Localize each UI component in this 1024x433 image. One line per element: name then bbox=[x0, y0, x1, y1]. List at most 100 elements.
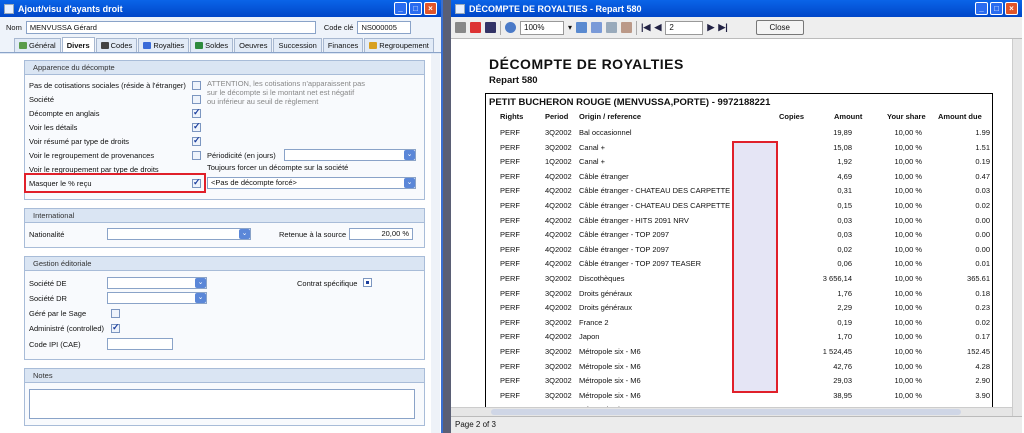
cell-rights: PERF bbox=[500, 332, 521, 342]
close-button[interactable]: Close bbox=[755, 20, 804, 35]
pdf-icon[interactable] bbox=[470, 22, 481, 33]
minimize-button[interactable]: _ bbox=[394, 2, 407, 15]
tab-regroupement[interactable]: Regroupement bbox=[364, 38, 434, 52]
nationalite-dropdown[interactable]: ⌄ bbox=[107, 228, 251, 240]
cell-period: 4Q2002 bbox=[545, 303, 572, 313]
one-page-icon[interactable] bbox=[576, 22, 588, 33]
cotisations-checkbox[interactable] bbox=[192, 81, 201, 90]
societe-de-label: Société DE bbox=[29, 279, 67, 288]
two-page-icon[interactable] bbox=[591, 22, 603, 33]
resume-checkbox[interactable] bbox=[192, 135, 201, 146]
cell-share: 10,00 % bbox=[894, 347, 922, 356]
societe-checkbox[interactable] bbox=[192, 95, 201, 104]
code-input[interactable]: NS000005 bbox=[357, 20, 412, 34]
notes-textarea[interactable] bbox=[29, 389, 415, 419]
contrat-checkbox[interactable] bbox=[363, 278, 372, 287]
cell-share: 10,00 % bbox=[894, 332, 922, 342]
left-scrollbar[interactable] bbox=[431, 54, 440, 433]
administre-checkbox[interactable] bbox=[111, 322, 120, 333]
cell-due: 0.02 bbox=[975, 201, 990, 210]
cell-share: 10,00 % bbox=[894, 303, 922, 313]
societe-dr-dropdown[interactable]: ⌄ bbox=[107, 292, 207, 304]
provenances-checkbox[interactable] bbox=[192, 151, 201, 160]
cell-period: 4Q2002 bbox=[545, 186, 572, 196]
cell-amount: 3 656,14 bbox=[822, 274, 852, 283]
zoom-chevron-icon[interactable]: ▾ bbox=[568, 23, 572, 32]
report-header: PETIT BUCHERON ROUGE (MENVUSSA,PORTE) - … bbox=[489, 97, 771, 108]
tab-royalties[interactable]: Royalties bbox=[138, 38, 190, 52]
first-page-icon[interactable]: |◀ bbox=[641, 22, 650, 33]
ipi-input[interactable] bbox=[107, 338, 173, 350]
page-setup-icon[interactable] bbox=[606, 22, 618, 33]
cell-period: 4Q2002 bbox=[545, 171, 572, 181]
status-bar: Page 2 of 3 bbox=[451, 416, 1022, 433]
table-row: PERF 3Q2002 Bal occasionnel 19,89 10,00 % 1.9… bbox=[486, 128, 992, 140]
cell-rights: PERF bbox=[500, 244, 521, 254]
cell-rights: PERF bbox=[500, 128, 521, 137]
edit-icon[interactable] bbox=[621, 22, 633, 33]
tab-divers[interactable]: Divers bbox=[61, 37, 95, 52]
last-page-icon[interactable]: ▶| bbox=[718, 22, 727, 33]
next-page-icon[interactable]: ▶ bbox=[707, 22, 714, 33]
code-label: Code clé bbox=[323, 22, 354, 32]
tab-soldes[interactable]: Soldes bbox=[190, 38, 234, 52]
contrat-label: Contrat spécifique bbox=[297, 279, 358, 288]
cell-rights: PERF bbox=[500, 230, 521, 240]
cell-rights: PERF bbox=[500, 142, 521, 152]
societe-de-dropdown[interactable]: ⌄ bbox=[107, 277, 207, 289]
forcer-dropdown[interactable]: <Pas de décompte forcé> ⌄ bbox=[207, 177, 416, 189]
tab-codes[interactable]: Codes bbox=[95, 38, 138, 52]
cell-share: 10,00 % bbox=[894, 230, 922, 240]
col-period: Period bbox=[545, 112, 569, 121]
maximize-button[interactable]: □ bbox=[990, 2, 1003, 15]
gestion-header: Gestion éditoriale bbox=[25, 257, 424, 271]
minimize-button[interactable]: _ bbox=[975, 2, 988, 15]
report-hscroll[interactable] bbox=[451, 407, 1012, 416]
ipi-label: Code IPI (CAE) bbox=[29, 340, 81, 349]
col-amount: Amount bbox=[834, 112, 863, 121]
cell-rights: PERF bbox=[500, 347, 521, 356]
desktop-gap bbox=[443, 0, 451, 433]
tab-finances[interactable]: Finances bbox=[322, 38, 364, 52]
periodicite-dropdown[interactable]: ⌄ bbox=[284, 149, 416, 161]
retenue-input[interactable]: 20,00 % bbox=[349, 228, 413, 240]
page-number-input[interactable]: 2 bbox=[665, 20, 704, 35]
details-checkbox[interactable] bbox=[192, 121, 201, 132]
sage-checkbox[interactable] bbox=[111, 309, 120, 318]
cell-amount: 0,02 bbox=[837, 244, 852, 254]
nom-input[interactable]: MENVUSSA Gérard bbox=[25, 20, 316, 34]
maximize-button[interactable]: □ bbox=[409, 2, 422, 15]
hscroll-thumb[interactable] bbox=[491, 409, 961, 415]
find-icon[interactable] bbox=[485, 22, 496, 33]
cell-period: 4Q2002 bbox=[545, 215, 572, 225]
cell-due: 365.61 bbox=[967, 274, 990, 283]
close-window-button[interactable]: × bbox=[1005, 2, 1018, 15]
col-amount-due: Amount due bbox=[938, 112, 982, 121]
prev-page-icon[interactable]: ◀ bbox=[654, 22, 661, 33]
provenances-label: Voir le regroupement de provenances bbox=[29, 151, 155, 160]
cell-share: 10,00 % bbox=[894, 201, 922, 210]
tab-oeuvres[interactable]: Oeuvres bbox=[234, 38, 273, 52]
cell-rights: PERF bbox=[500, 274, 521, 283]
print-icon[interactable] bbox=[455, 22, 466, 33]
zoom-icon[interactable] bbox=[505, 22, 516, 33]
cell-share: 10,00 % bbox=[894, 244, 922, 254]
tab-succession[interactable]: Succession bbox=[273, 38, 322, 52]
notes-section: Notes bbox=[24, 368, 425, 426]
tab-général[interactable]: Général bbox=[14, 38, 61, 52]
societe-dr-label: Société DR bbox=[29, 294, 67, 303]
cell-period: 3Q2002 bbox=[545, 142, 572, 152]
cell-share: 10,00 % bbox=[894, 390, 922, 400]
cell-due: 0.01 bbox=[975, 259, 990, 269]
cell-amount: 42,76 bbox=[833, 361, 852, 371]
notes-header: Notes bbox=[25, 369, 424, 383]
cell-amount: 0,19 bbox=[837, 317, 852, 327]
tab-bar: Général Divers Codes Royalties Soldes Oeuvres… bbox=[0, 37, 441, 53]
zoom-select[interactable]: 100% bbox=[520, 20, 564, 35]
left-titlebar: Ajout/visu d'ayants droit _ □ × bbox=[0, 0, 441, 17]
cell-share: 10,00 % bbox=[894, 376, 922, 386]
anglais-checkbox[interactable] bbox=[192, 107, 201, 118]
report-vscroll[interactable] bbox=[1012, 39, 1022, 416]
close-window-button[interactable]: × bbox=[424, 2, 437, 15]
cell-amount: 0,15 bbox=[837, 201, 852, 210]
